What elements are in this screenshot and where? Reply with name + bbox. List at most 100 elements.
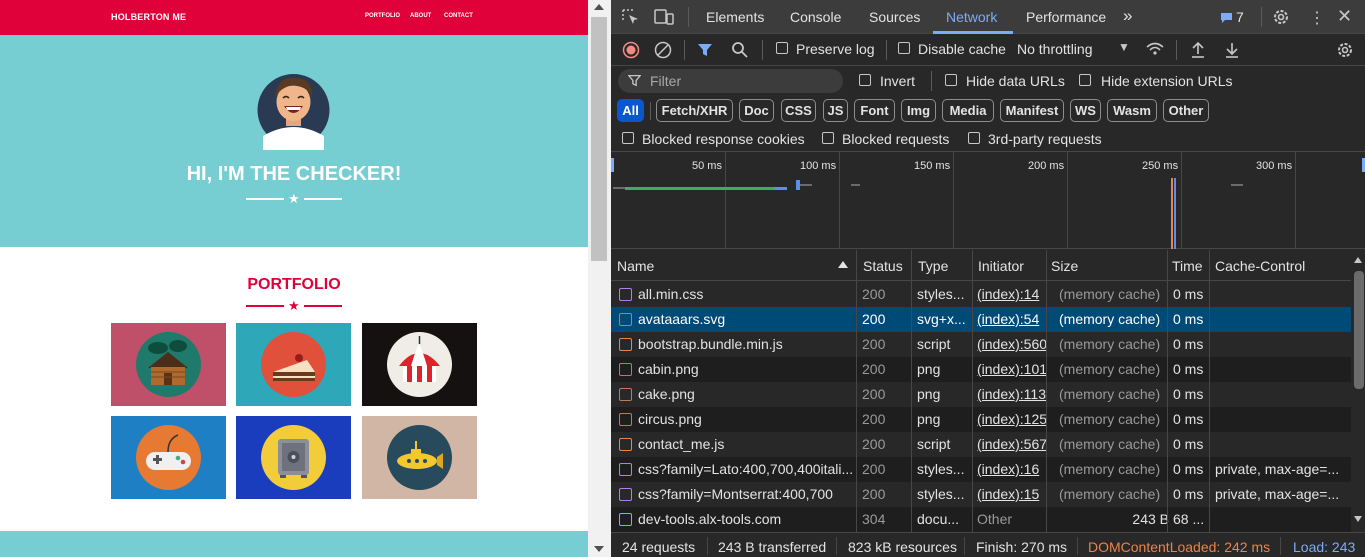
cell-initiator[interactable]: (index):54	[977, 311, 1047, 327]
column-divider	[856, 250, 857, 532]
tab-performance[interactable]: Performance	[1026, 9, 1106, 25]
nav-contact-link[interactable]: CONTACT	[444, 13, 473, 19]
cell-initiator[interactable]: (index):101	[977, 361, 1047, 377]
cell-initiator[interactable]: (index):15	[977, 486, 1047, 502]
type-filter-js[interactable]: JS	[823, 99, 848, 122]
export-har-download-icon[interactable]	[1224, 41, 1240, 62]
timeline-tick-label: 100 ms	[800, 160, 837, 172]
table-row[interactable]: dev-tools.alx-tools.com 304 docu... Other 24…	[611, 507, 1351, 532]
type-filter-other[interactable]: Other	[1163, 99, 1209, 122]
column-header-cache-control[interactable]: Cache-Control	[1215, 258, 1305, 274]
cell-name: dev-tools.alx-tools.com	[638, 511, 782, 527]
cell-initiator[interactable]: (index):125	[977, 411, 1047, 427]
scroll-down-arrow-icon[interactable]	[594, 546, 604, 552]
table-row[interactable]: circus.png 200 png (index):125 (memory cache…	[611, 407, 1351, 432]
settings-gear-icon[interactable]	[1271, 7, 1291, 30]
throttling-select[interactable]: No throttling	[1017, 41, 1092, 57]
stop-recording-icon[interactable]	[622, 41, 640, 62]
type-filter-img[interactable]: Img	[901, 99, 936, 122]
cell-initiator[interactable]: (index):567	[977, 436, 1047, 452]
portfolio-item-safe[interactable]	[236, 416, 351, 499]
network-settings-gear-icon[interactable]	[1335, 40, 1355, 63]
table-row[interactable]: css?family=Lato:400,700,400itali... 200 st…	[611, 457, 1351, 482]
column-header-time[interactable]: Time	[1172, 258, 1203, 274]
search-icon[interactable]	[731, 41, 749, 62]
table-row[interactable]: contact_me.js 200 script (index):567 (memory…	[611, 432, 1351, 457]
cell-type: svg+x...	[917, 311, 966, 327]
third-party-requests-checkbox[interactable]	[968, 132, 980, 144]
type-filter-css[interactable]: CSS	[781, 99, 816, 122]
blocked-requests-checkbox[interactable]	[822, 132, 834, 144]
column-header-status[interactable]: Status	[863, 258, 903, 274]
scroll-up-arrow-icon[interactable]	[1354, 257, 1362, 263]
nav-portfolio-link[interactable]: PORTFOLIO	[365, 13, 400, 19]
inspect-element-icon[interactable]	[621, 8, 641, 29]
css-file-icon	[619, 488, 632, 501]
type-filter-ws[interactable]: WS	[1070, 99, 1101, 122]
page-scrollbar[interactable]	[588, 0, 611, 557]
import-har-upload-icon[interactable]	[1190, 41, 1206, 62]
resource-type-filters: All Fetch/XHR Doc CSS JS Font Img Media …	[611, 96, 1365, 126]
nav-about-link[interactable]: ABOUT	[410, 13, 431, 19]
clear-icon[interactable]	[654, 41, 672, 62]
column-header-size[interactable]: Size	[1051, 258, 1078, 274]
disable-cache-checkbox[interactable]	[898, 42, 910, 54]
cell-initiator[interactable]: Other	[977, 511, 1047, 527]
type-filter-fetch-xhr[interactable]: Fetch/XHR	[656, 99, 733, 122]
cell-initiator[interactable]: (index):113	[977, 386, 1047, 402]
column-header-name[interactable]: Name	[617, 258, 654, 274]
type-filter-font[interactable]: Font	[854, 99, 895, 122]
more-options-kebab-icon[interactable]: ⋮	[1309, 8, 1325, 28]
network-overview-timeline[interactable]: 50 ms 100 ms 150 ms 200 ms 250 ms 300 ms	[611, 152, 1365, 249]
filter-input[interactable]: Filter	[618, 69, 843, 93]
cell-status: 200	[862, 311, 886, 327]
type-filter-all[interactable]: All	[617, 99, 644, 122]
cell-initiator[interactable]: (index):16	[977, 461, 1047, 477]
page-scrollbar-thumb[interactable]	[591, 17, 607, 261]
portfolio-item-game[interactable]	[111, 416, 226, 499]
table-row[interactable]: cake.png 200 png (index):113 (memory cache) 0…	[611, 382, 1351, 407]
tab-elements[interactable]: Elements	[706, 9, 764, 25]
table-row[interactable]: cabin.png 200 png (index):101 (memory cache)…	[611, 357, 1351, 382]
preserve-log-checkbox[interactable]	[776, 42, 788, 54]
issues-chat-icon[interactable]	[1220, 11, 1233, 27]
column-header-initiator[interactable]: Initiator	[978, 258, 1024, 274]
type-filter-doc[interactable]: Doc	[739, 99, 774, 122]
cell-initiator[interactable]: (index):14	[977, 286, 1047, 302]
cell-time: 0 ms	[1173, 486, 1204, 502]
blocked-response-cookies-checkbox[interactable]	[622, 132, 634, 144]
filter-funnel-icon[interactable]	[697, 42, 713, 61]
hide-data-urls-checkbox[interactable]	[945, 74, 957, 86]
table-row[interactable]: avataaars.svg 200 svg+x... (index):54 (memor…	[611, 307, 1351, 332]
portfolio-item-circus[interactable]	[362, 323, 477, 406]
table-row[interactable]: css?family=Montserrat:400,700 200 styles..…	[611, 482, 1351, 507]
tab-network[interactable]: Network	[946, 9, 997, 25]
timeline-gridline	[953, 152, 954, 249]
portfolio-item-cabin[interactable]	[111, 323, 226, 406]
column-header-type[interactable]: Type	[918, 258, 948, 274]
type-filter-media[interactable]: Media	[942, 99, 994, 122]
tab-console[interactable]: Console	[790, 9, 841, 25]
scroll-up-arrow-icon[interactable]	[594, 4, 604, 10]
type-filter-manifest[interactable]: Manifest	[1000, 99, 1064, 122]
tab-sources[interactable]: Sources	[869, 9, 920, 25]
hide-extension-urls-checkbox[interactable]	[1079, 74, 1091, 86]
issues-count[interactable]: 7	[1236, 9, 1244, 25]
invert-checkbox[interactable]	[859, 74, 871, 86]
device-toolbar-icon[interactable]	[653, 8, 675, 29]
site-brand-link[interactable]: HOLBERTON ME	[111, 12, 186, 22]
network-conditions-wifi-icon[interactable]	[1145, 40, 1165, 61]
cell-initiator[interactable]: (index):560	[977, 336, 1047, 352]
scroll-down-arrow-icon[interactable]	[1354, 516, 1362, 522]
requests-table-scrollbar[interactable]	[1351, 250, 1365, 532]
close-devtools-icon[interactable]: ✕	[1337, 6, 1352, 27]
portfolio-item-cake[interactable]	[236, 323, 351, 406]
timeline-left-handle[interactable]	[611, 158, 614, 172]
table-row[interactable]: bootstrap.bundle.min.js 200 script (index):…	[611, 332, 1351, 357]
requests-table-scrollbar-thumb[interactable]	[1354, 271, 1364, 389]
more-tabs-chevron-icon[interactable]: »	[1123, 6, 1132, 26]
type-filter-wasm[interactable]: Wasm	[1107, 99, 1157, 122]
throttling-dropdown-icon[interactable]: ▼	[1118, 40, 1130, 54]
table-row[interactable]: all.min.css 200 styles... (index):14 (memory…	[611, 282, 1351, 307]
portfolio-item-submarine[interactable]	[362, 416, 477, 499]
